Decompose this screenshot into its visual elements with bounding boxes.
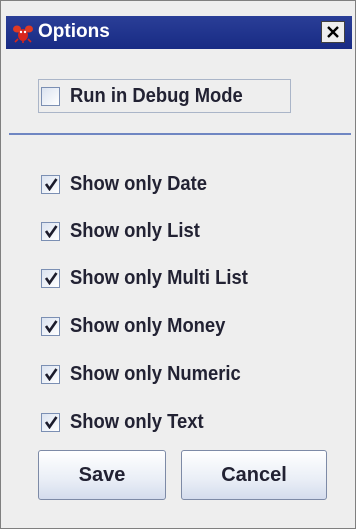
checkbox[interactable] [41,268,60,288]
checkmark-icon [44,368,58,381]
option-label: Show only Date [70,172,207,195]
options-dialog: Options Run in Debug Mode Show only Date… [0,0,356,529]
checkbox[interactable] [41,364,60,384]
separator [9,133,351,135]
option-show-only-money[interactable]: Show only Money [41,311,239,341]
close-button[interactable] [321,21,345,43]
option-label: Show only Text [70,410,204,433]
save-button[interactable]: Save [38,450,166,500]
checkbox[interactable] [41,412,60,432]
option-label: Show only List [70,219,200,242]
debug-mode-checkbox-row[interactable]: Run in Debug Mode [38,79,291,113]
lobster-app-icon [12,22,34,44]
close-x-icon [327,26,339,38]
checkmark-icon [44,272,58,285]
checkbox[interactable] [41,316,60,336]
option-show-only-multi-list[interactable]: Show only Multi List [41,263,263,293]
option-show-only-text[interactable]: Show only Text [41,407,215,437]
option-show-only-numeric[interactable]: Show only Numeric [41,359,256,389]
option-label: Show only Multi List [70,266,248,289]
checkmark-icon [44,416,58,429]
window-title: Options [38,21,110,42]
debug-mode-checkbox[interactable] [41,86,60,106]
checkbox[interactable] [41,221,60,241]
checkmark-icon [44,178,58,191]
option-show-only-list[interactable]: Show only List [41,216,211,246]
title-bar[interactable]: Options [6,16,352,49]
checkbox[interactable] [41,174,60,194]
checkmark-icon [44,320,58,333]
option-label: Show only Money [70,314,226,337]
cancel-button[interactable]: Cancel [181,450,327,500]
option-show-only-date[interactable]: Show only Date [41,169,219,199]
option-label: Show only Numeric [70,362,241,385]
checkmark-icon [44,225,58,238]
debug-mode-label: Run in Debug Mode [70,84,243,107]
